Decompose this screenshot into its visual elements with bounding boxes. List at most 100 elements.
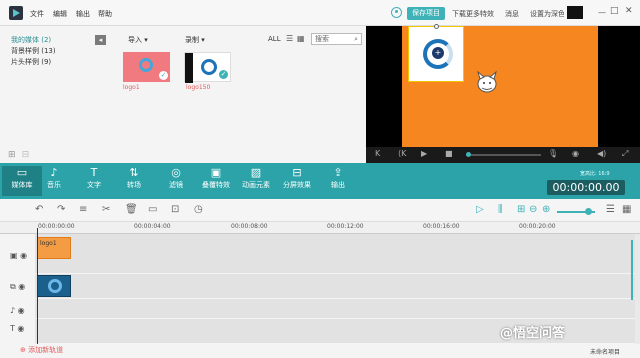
import-label: 导入 (128, 36, 142, 44)
aspect-ratio-label[interactable]: 宽高比: 16:9 (580, 170, 610, 177)
tool-label: 音乐 (47, 181, 61, 189)
zoom-out-icon[interactable]: ⊖ (529, 205, 537, 215)
user-account-icon[interactable] (391, 7, 402, 18)
collapse-sidebar-button[interactable]: ◂ (95, 35, 106, 45)
grid-icon[interactable]: ▦ (622, 205, 631, 215)
import-dropdown[interactable]: 导入 ▾ (128, 35, 148, 45)
microphone-icon[interactable]: 🎙 (548, 149, 558, 158)
filter-icon: ◎ (171, 166, 181, 179)
thumb-bar-left (185, 53, 193, 83)
tool-transition[interactable]: ⇅ 转场 (114, 166, 154, 190)
previous-frame-icon[interactable]: K (375, 149, 380, 158)
adjust-icon[interactable]: ≡ (79, 205, 87, 215)
bottom-bar (0, 344, 640, 358)
overlay-logo-box[interactable]: + (408, 24, 464, 82)
preview-scrubber[interactable] (466, 154, 541, 156)
timeline-clip-logo1[interactable]: logo1 (37, 237, 71, 259)
remove-folder-icon[interactable]: ⊟ (22, 150, 30, 160)
rotate-handle[interactable] (434, 24, 439, 29)
sidebar-item-background-samples[interactable]: 背景样例 (13) (11, 46, 56, 56)
split-screen-icon: ⊟ (292, 166, 302, 179)
crop-icon[interactable]: ▭ (148, 205, 157, 215)
save-project-button[interactable]: 保存项目 (407, 7, 445, 20)
text-icon: T (90, 166, 98, 179)
media-thumb-logo150[interactable]: ✓ (184, 52, 231, 83)
cut-icon[interactable]: ✂ (102, 205, 110, 215)
tool-label: 媒体库 (11, 181, 33, 189)
overlay-track[interactable] (35, 234, 635, 274)
move-handle-icon[interactable]: + (432, 47, 444, 59)
project-name: 未命名项目 (590, 349, 621, 356)
logo-icon (48, 279, 62, 293)
add-track-label: 添加新轨道 (28, 346, 64, 354)
search-icon: ⌕ (354, 35, 358, 43)
duration-icon[interactable]: ◷ (194, 205, 203, 215)
audio-track[interactable] (35, 299, 635, 319)
sidebar-bottom-icons: ⊞ ⊟ (8, 150, 29, 160)
timeline-clip-logo150[interactable] (37, 275, 71, 297)
transition-icon: ⇅ (129, 166, 139, 179)
messages-link[interactable]: 消息 (505, 9, 519, 19)
ruler-tick-label: 00:00:00:00 (38, 223, 75, 230)
media-search-input[interactable]: 搜索 ⌕ (311, 33, 362, 45)
tool-export[interactable]: ⇪ 输出 (318, 166, 358, 190)
playhead[interactable] (37, 228, 38, 344)
media-thumb-logo1[interactable]: ✓ (123, 52, 170, 82)
video-track[interactable] (35, 274, 635, 299)
menu-edit[interactable]: 编辑 (53, 9, 67, 19)
menu-help[interactable]: 帮助 (98, 9, 112, 19)
step-back-icon[interactable]: ⟨K (398, 149, 406, 158)
snapshot-icon[interactable]: ◉ (572, 149, 579, 158)
media-thumb-label: logo150 (186, 84, 211, 91)
sidebar-item-intro-samples[interactable]: 片头样例 (9) (11, 57, 51, 67)
check-icon: ✓ (159, 71, 168, 80)
redo-icon[interactable]: ↷ (57, 205, 65, 215)
minimize-icon[interactable]: — (598, 8, 606, 17)
tool-label: 输出 (331, 181, 345, 189)
timecode-display: 00:00:00.00 (547, 180, 625, 195)
fullscreen-icon[interactable]: ⤢ (622, 149, 628, 159)
audio-mixer-icon[interactable]: ⫼ (498, 205, 503, 215)
voiceover-icon[interactable]: ⊞ (517, 205, 525, 215)
text-track-icon: T ◉ (10, 324, 25, 333)
record-dropdown[interactable]: 录制 ▾ (185, 35, 205, 45)
add-new-track-button[interactable]: ⊕ 添加新轨道 (20, 345, 63, 355)
grid-view-icon[interactable]: ▦ (297, 34, 305, 43)
tool-text[interactable]: T 文字 (74, 166, 114, 190)
undo-icon[interactable]: ↶ (35, 205, 43, 215)
media-sidebar: 我的媒体 (2) 背景样例 (13) 片头样例 (9) (0, 26, 92, 163)
settings-link[interactable]: 设置为深色模式 (530, 9, 564, 19)
tool-split-screen[interactable]: ⊟ 分屏效果 (277, 166, 317, 190)
filter-all-button[interactable]: ALL (268, 35, 281, 43)
close-icon[interactable]: ✕ (625, 6, 633, 16)
snapshot-frame-icon[interactable]: ⊡ (171, 205, 179, 215)
zoom-in-icon[interactable]: ⊕ (542, 205, 550, 215)
menu-file[interactable]: 文件 (30, 9, 44, 19)
play-icon[interactable]: ▶ (421, 149, 427, 158)
ruler-tick-label: 00:00:16:00 (423, 223, 460, 230)
tool-label: 转场 (127, 181, 141, 189)
track-manager-icon[interactable]: ☰ (606, 205, 615, 215)
stop-icon[interactable]: ■ (445, 149, 453, 158)
tool-elements[interactable]: ▨ 动画元素 (236, 166, 276, 190)
timeline-scrollbar[interactable] (631, 240, 633, 300)
scrubber-handle[interactable] (466, 152, 471, 157)
delete-icon[interactable]: 🗑 (125, 205, 138, 215)
zoom-slider-knob[interactable] (585, 208, 592, 215)
volume-icon[interactable]: ◀) (597, 149, 606, 158)
download-more-effects-link[interactable]: 下载更多特效 (452, 9, 494, 19)
overlay-icon: ▣ (210, 166, 222, 179)
add-folder-icon[interactable]: ⊞ (8, 150, 16, 160)
sidebar-item-my-media[interactable]: 我的媒体 (2) (11, 35, 51, 45)
render-icon[interactable]: ▷ (476, 205, 484, 215)
menu-export[interactable]: 输出 (76, 9, 90, 19)
tool-overlay[interactable]: ▣ 叠覆特效 (196, 166, 236, 190)
ruler-tick-label: 00:00:08:00 (231, 223, 268, 230)
tool-filter[interactable]: ◎ 滤镜 (156, 166, 196, 190)
tool-music[interactable]: ♪ 音乐 (34, 166, 74, 190)
list-view-icon[interactable]: ☰ (286, 34, 294, 43)
maximize-icon[interactable]: □ (610, 6, 619, 16)
media-thumb-label: logo1 (123, 84, 140, 91)
video-track-icon: ⧉ ◉ (10, 282, 26, 291)
clip-label: logo1 (40, 240, 57, 247)
